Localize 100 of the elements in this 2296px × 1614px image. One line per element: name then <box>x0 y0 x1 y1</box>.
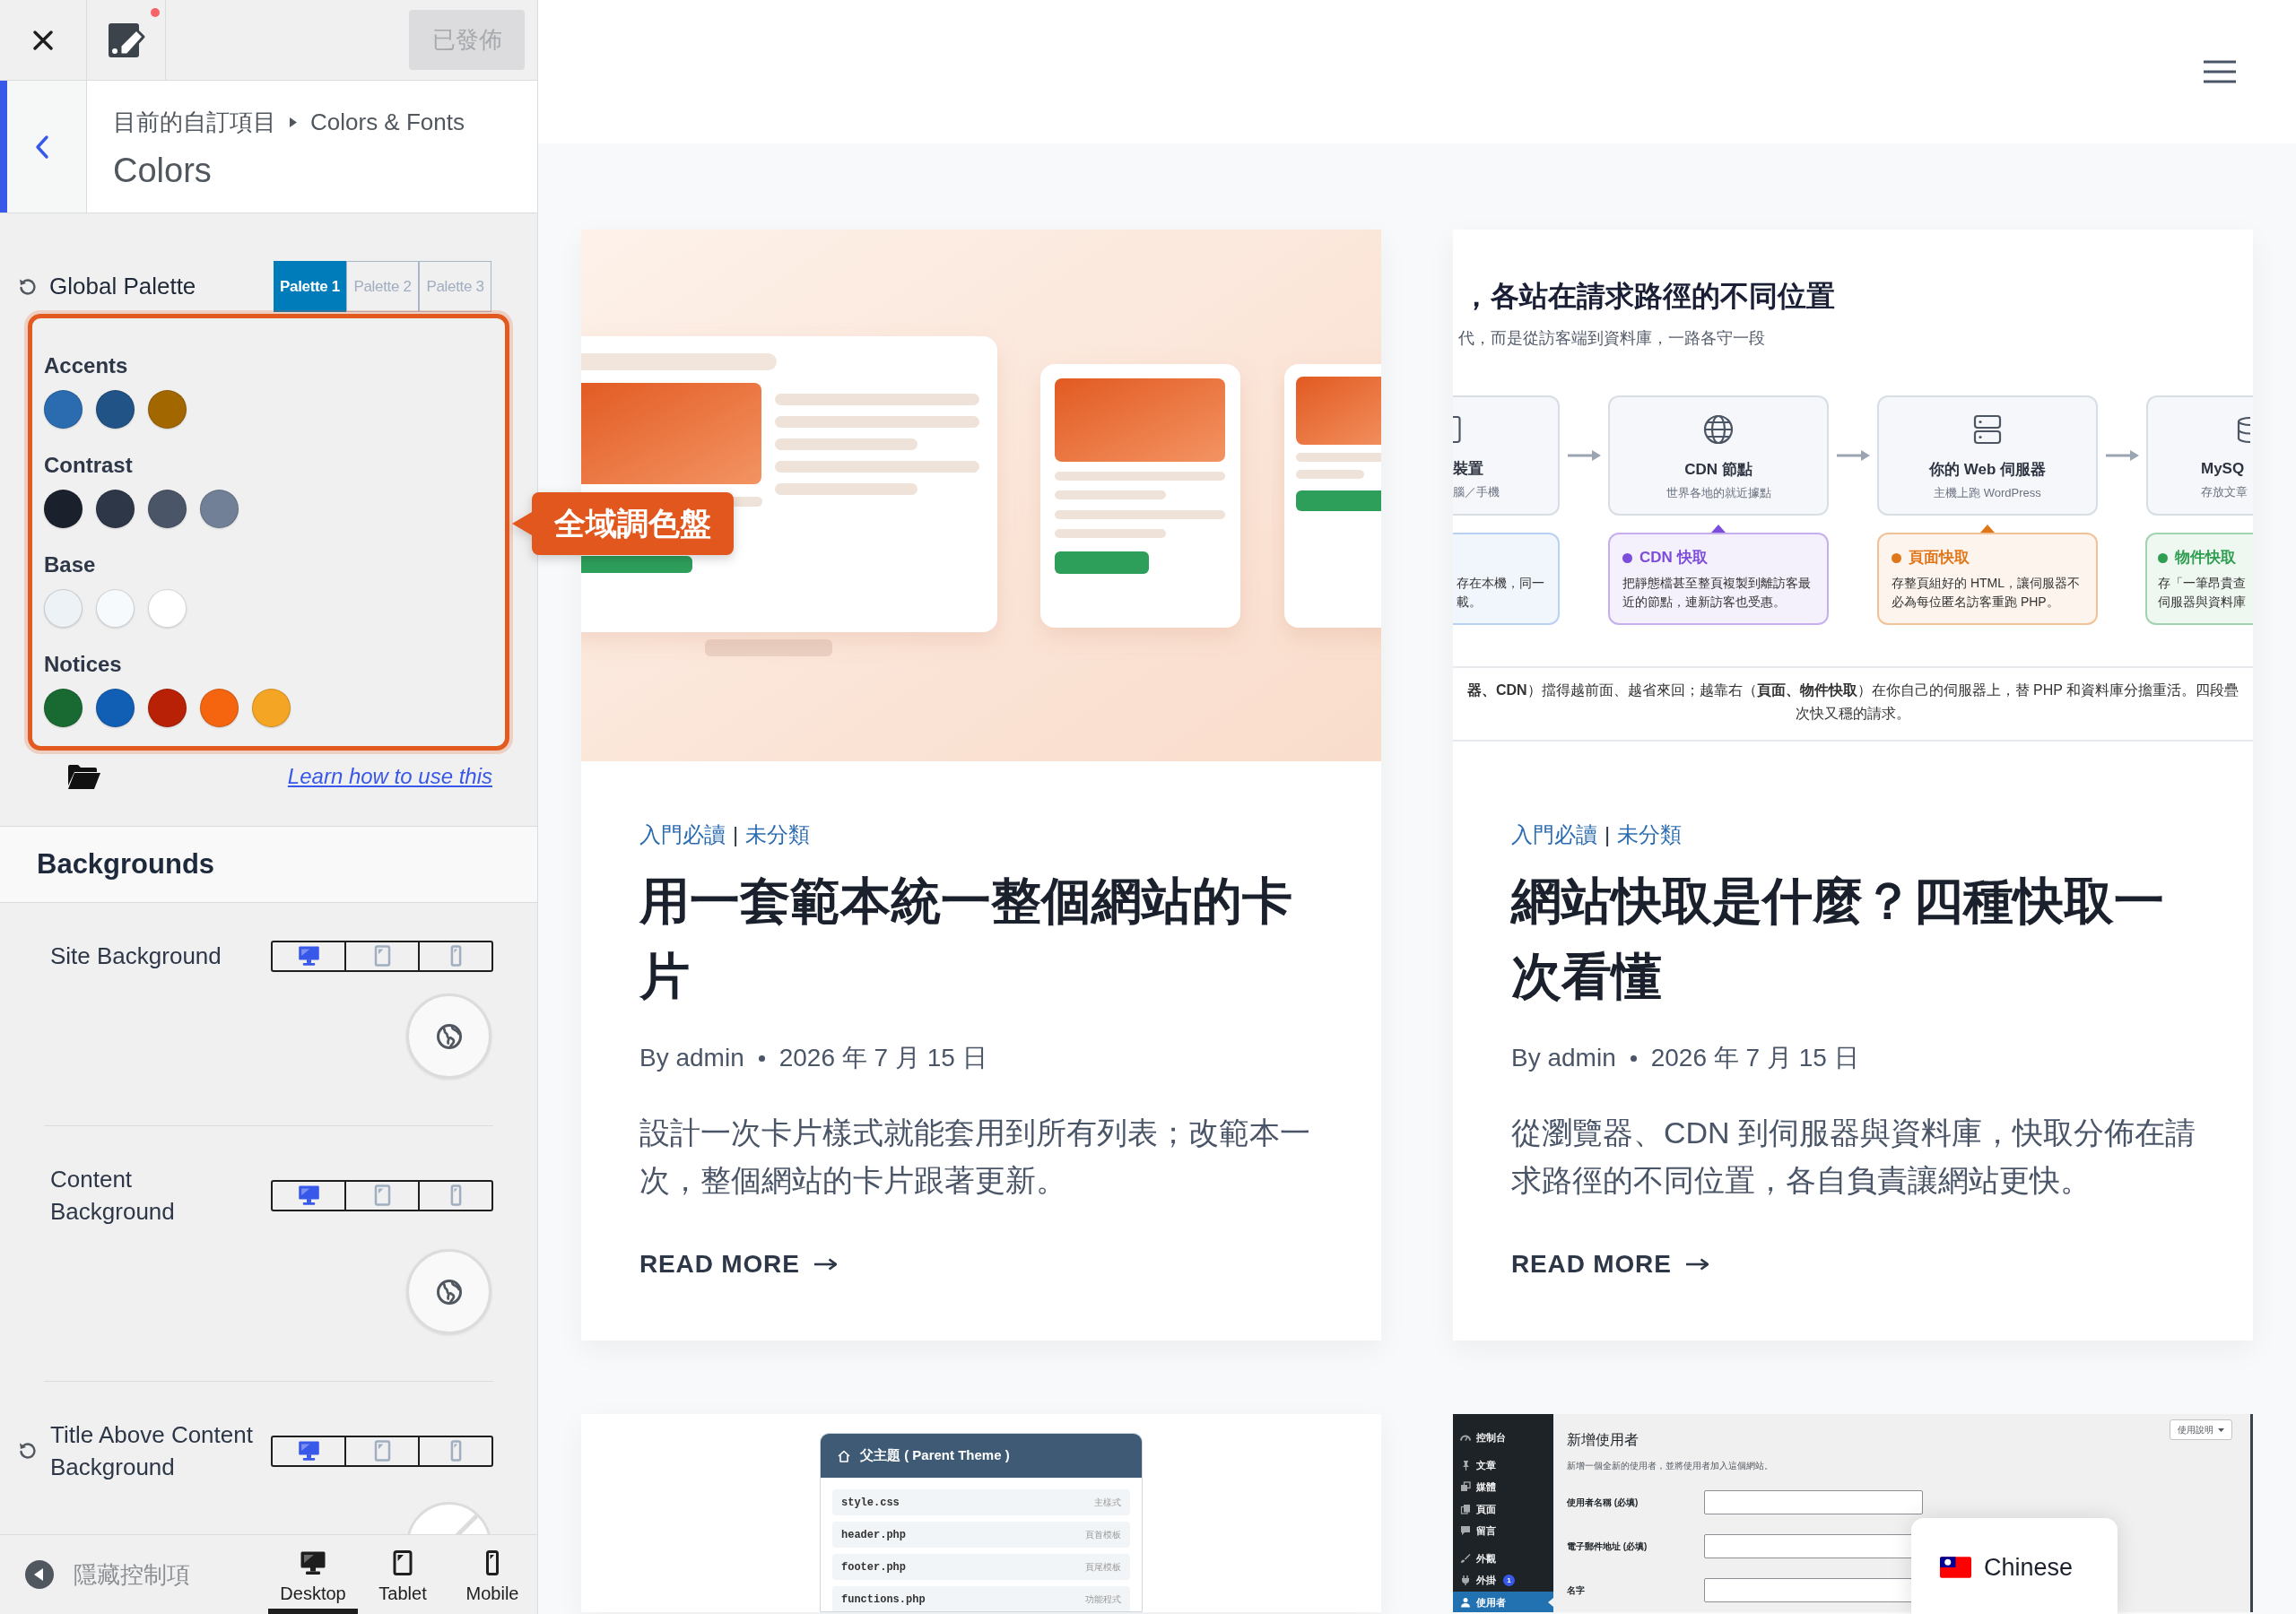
reset-icon[interactable] <box>18 1441 38 1461</box>
device-icon <box>1453 414 1461 445</box>
post-title[interactable]: 用一套範本統一整個網站的卡片 <box>639 863 1328 1014</box>
file-name: header.php <box>841 1527 906 1543</box>
help-button[interactable]: 使用說明 <box>2170 1419 2232 1440</box>
color-swatch[interactable] <box>148 689 187 727</box>
color-swatch[interactable] <box>96 390 135 429</box>
diagram-caption: 器、CDN）擋得越前面、越省來回；越靠右（頁面、物件快取）在你自己的伺服器上，替 PHP 和資料庫分擔重活。四段疊 <box>1466 681 2239 699</box>
cache-description: 把靜態檔甚至整頁複製到離訪客最近的節點，連新訪客也受惠。 <box>1622 575 1812 611</box>
panel-title: 父主題 ( Parent Theme ) <box>860 1446 1010 1465</box>
panel-title: Colors <box>113 151 213 190</box>
color-swatch[interactable] <box>96 490 135 528</box>
menu-item[interactable]: 外掛 1 <box>1453 1569 1553 1592</box>
cache-description: 存在本機，同一 <box>1457 575 1545 592</box>
chevron-left-icon <box>35 134 49 160</box>
color-swatch[interactable] <box>96 689 135 727</box>
paintbrush-icon <box>1460 1552 1471 1564</box>
swatch-group-label: Base <box>44 551 97 578</box>
color-swatch[interactable] <box>44 689 83 727</box>
cache-description: 載。 <box>1457 594 1483 611</box>
menu-icon[interactable] <box>2204 60 2236 83</box>
color-swatch[interactable] <box>44 390 83 429</box>
category-link[interactable]: 入門必讀 <box>1511 821 1597 848</box>
color-swatch[interactable] <box>148 589 187 628</box>
flag-icon <box>1940 1557 1971 1578</box>
category-separator: | <box>733 821 739 848</box>
language-menu[interactable]: Chinese <box>1911 1518 2118 1614</box>
category-link[interactable]: 未分類 <box>1617 821 1683 848</box>
bullet-icon <box>758 1054 765 1062</box>
caret-down-icon <box>2218 1427 2224 1432</box>
color-swatch[interactable] <box>44 589 83 628</box>
node-title: 你的 Web 伺服器 <box>1929 460 2046 480</box>
field-label: 電子郵件地址 (必填) <box>1567 1540 1648 1553</box>
diagram-caption: 次快又穩的請求。 <box>1796 705 1910 723</box>
node-subtitle: 世界各地的就近據點 <box>1665 485 1771 501</box>
color-swatch[interactable] <box>96 589 135 628</box>
diagram-title: ，各站在請求路徑的不同位置 <box>1461 279 1836 314</box>
text-input-field[interactable] <box>1704 1490 1923 1514</box>
menu-item[interactable]: 使用者 <box>1453 1591 1553 1612</box>
node-subtitle: 主機上跑 WordPress <box>1934 485 2041 501</box>
palette-tab[interactable]: Palette 1 <box>274 261 346 312</box>
color-swatch[interactable] <box>148 490 187 528</box>
close-icon <box>33 30 53 50</box>
setting-label: Content Background <box>50 1165 176 1227</box>
arrow-right-icon <box>1837 449 1870 462</box>
person-icon <box>1460 1596 1471 1608</box>
globe-icon <box>435 1022 463 1050</box>
post-date: 2026 年 7 月 15 日 <box>1650 1043 1859 1073</box>
category-link[interactable]: 未分類 <box>745 821 811 848</box>
node-title: CDN 節點 <box>1684 460 1752 480</box>
read-more-link[interactable]: READ MORE <box>639 1249 837 1280</box>
reset-icon[interactable] <box>18 276 38 297</box>
help-link[interactable]: Learn how to use this <box>287 760 492 793</box>
color-swatch[interactable] <box>200 689 239 727</box>
category-link[interactable]: 入門必讀 <box>639 821 726 848</box>
file-name: style.css <box>841 1495 900 1511</box>
read-more-link[interactable]: READ MORE <box>1511 1249 1709 1280</box>
back-button[interactable] <box>0 81 87 213</box>
color-swatch[interactable] <box>252 689 291 727</box>
node-subtitle: 腦／手機 <box>1453 484 1500 500</box>
device-preview-button[interactable]: Tablet <box>358 1535 448 1614</box>
field-label: 使用者名稱 (必填) <box>1567 1497 1639 1509</box>
category-separator: | <box>1605 821 1611 848</box>
setting-label: Global Palette <box>49 272 196 301</box>
device-preview-button[interactable]: Desktop <box>268 1535 358 1614</box>
arrow-right-icon <box>1685 1258 1709 1271</box>
cache-description: 存整頁組好的 HTML，讓伺服器不必為每位匿名訪客重跑 PHP。 <box>1892 575 2081 611</box>
menu-item[interactable]: 留言 <box>1453 1520 1553 1542</box>
folder-icon[interactable] <box>67 763 100 790</box>
menu-item[interactable]: 外觀 <box>1453 1547 1553 1569</box>
home-icon <box>837 1448 851 1463</box>
menu-item[interactable]: 媒體 <box>1453 1476 1553 1498</box>
monitor-icon <box>297 1440 320 1462</box>
file-name: footer.php <box>841 1559 906 1575</box>
cache-title: 物件快取 <box>2175 548 2236 568</box>
post-title[interactable]: 網站快取是什麼？四種快取一次看懂 <box>1511 863 2200 1014</box>
file-description: 頁首模板 <box>1085 1529 1121 1541</box>
cache-description: 存「一筆昂貴查 <box>2158 575 2247 592</box>
color-swatch[interactable] <box>148 390 187 429</box>
device-preview-button[interactable]: Mobile <box>448 1535 537 1614</box>
page-description: 新增一個全新的使用者，並將使用者加入這個網站。 <box>1567 1460 1774 1472</box>
menu-item[interactable]: 文章 <box>1453 1453 1553 1476</box>
post-author: By admin <box>639 1043 744 1073</box>
server-icon <box>1971 413 2004 446</box>
diagram-subtitle: 代，而是從訪客端到資料庫，一路各守一段 <box>1457 328 1766 349</box>
menu-item[interactable]: 控制台 <box>1453 1427 1553 1449</box>
bullet-icon <box>1630 1054 1637 1062</box>
collapse-icon <box>25 1560 54 1589</box>
monitor-icon <box>297 945 320 967</box>
monitor-icon <box>297 1184 320 1206</box>
menu-item[interactable]: 頁面 <box>1453 1497 1553 1520</box>
breadcrumb-item: 目前的自訂項目 <box>113 108 276 136</box>
color-swatch[interactable] <box>200 490 239 528</box>
color-swatch[interactable] <box>44 490 83 528</box>
color-picker-button[interactable] <box>406 1502 491 1534</box>
post-author: By admin <box>1511 1043 1616 1073</box>
breadcrumb-separator-icon <box>290 117 297 127</box>
cache-title: 頁面快取 <box>1909 548 1970 568</box>
post-date: 2026 年 7 月 15 日 <box>778 1043 987 1073</box>
globe-icon <box>435 1278 463 1306</box>
